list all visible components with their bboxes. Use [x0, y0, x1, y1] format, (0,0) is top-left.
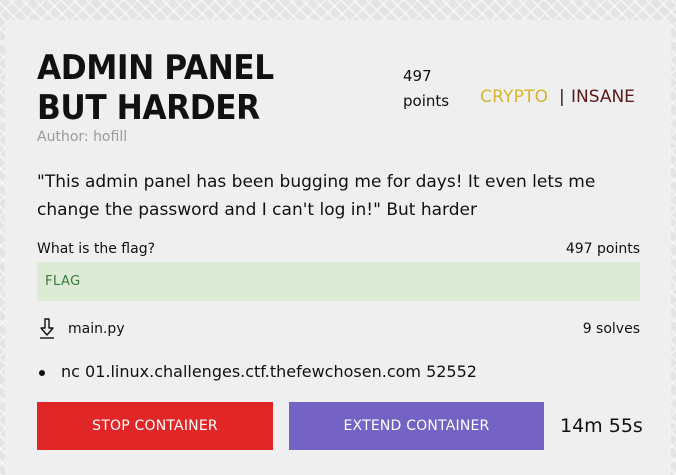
- extend-container-button[interactable]: EXTEND CONTAINER: [289, 402, 544, 450]
- points-unit: points: [403, 92, 450, 110]
- category-label: CRYPTO: [480, 87, 549, 107]
- author-label: Author:: [37, 129, 89, 145]
- flag-input[interactable]: [37, 262, 640, 301]
- author-name: hofill: [93, 129, 128, 145]
- challenge-card: ADMIN PANEL BUT HARDER 497 points CRYPTO…: [5, 20, 671, 475]
- container-timer: 14m 55s: [560, 415, 643, 437]
- download-icon[interactable]: [38, 318, 56, 340]
- question-label: What is the flag?: [37, 241, 156, 257]
- file-download-link[interactable]: main.py: [68, 321, 125, 337]
- author-line: Author: hofill: [37, 129, 127, 145]
- challenge-title: ADMIN PANEL BUT HARDER: [37, 48, 274, 128]
- difficulty-label: INSANE: [571, 87, 635, 107]
- challenge-points: 497 points: [403, 64, 463, 114]
- question-points: 497 points: [565, 241, 640, 257]
- challenge-description: "This admin panel has been bugging me fo…: [37, 172, 596, 220]
- category-separator: |: [559, 87, 565, 107]
- connection-item: nc 01.linux.challenges.ctf.thefewchosen.…: [37, 362, 477, 381]
- points-value: 497: [403, 67, 432, 85]
- stop-container-button[interactable]: STOP CONTAINER: [37, 402, 273, 450]
- solves-count: 9 solves: [582, 321, 640, 337]
- connection-list: nc 01.linux.challenges.ctf.thefewchosen.…: [37, 362, 477, 381]
